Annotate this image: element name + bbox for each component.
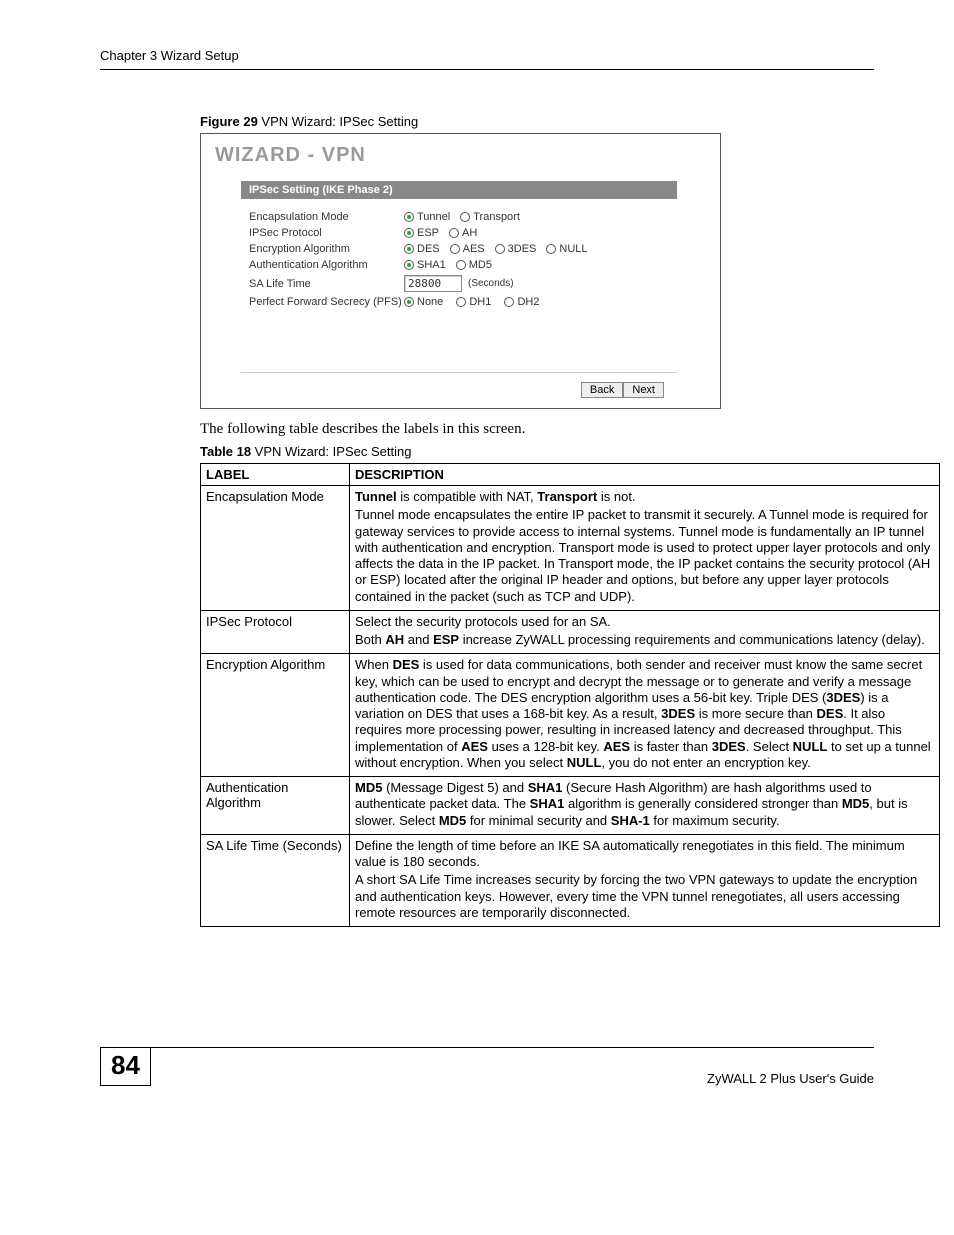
ipsec-panel: IPSec Setting (IKE Phase 2) Encapsulatio… bbox=[241, 181, 710, 398]
row-auth: Authentication Algorithm SHA1 MD5 bbox=[249, 259, 669, 271]
th-label: LABEL bbox=[201, 464, 350, 486]
radio-des[interactable] bbox=[404, 244, 414, 254]
table-row: Authentication AlgorithmMD5 (Message Dig… bbox=[201, 777, 940, 835]
row-encapsulation: Encapsulation Mode Tunnel Transport bbox=[249, 211, 669, 223]
radio-aes[interactable] bbox=[450, 244, 460, 254]
row-description: When DES is used for data communications… bbox=[350, 654, 940, 777]
input-salife[interactable]: 28800 bbox=[404, 275, 462, 292]
figure-title: VPN Wizard: IPSec Setting bbox=[258, 114, 418, 129]
th-description: DESCRIPTION bbox=[350, 464, 940, 486]
radio-3des-label: 3DES bbox=[508, 243, 537, 255]
radio-md5-label: MD5 bbox=[469, 259, 492, 271]
radio-null-label: NULL bbox=[559, 243, 587, 255]
label-encapsulation: Encapsulation Mode bbox=[249, 211, 404, 223]
table-number: Table 18 bbox=[200, 444, 251, 459]
page-number: 84 bbox=[100, 1048, 151, 1086]
radio-pfs-dh1[interactable] bbox=[456, 297, 466, 307]
row-protocol: IPSec Protocol ESP AH bbox=[249, 227, 669, 239]
radio-esp[interactable] bbox=[404, 228, 414, 238]
row-label: Encapsulation Mode bbox=[201, 486, 350, 611]
table-row: Encapsulation ModeTunnel is compatible w… bbox=[201, 486, 940, 611]
figure-number: Figure 29 bbox=[200, 114, 258, 129]
row-label: Authentication Algorithm bbox=[201, 777, 350, 835]
row-pfs: Perfect Forward Secrecy (PFS) None DH1 D… bbox=[249, 296, 669, 308]
radio-pfs-dh2-label: DH2 bbox=[517, 296, 539, 308]
radio-pfs-none[interactable] bbox=[404, 297, 414, 307]
radio-des-label: DES bbox=[417, 243, 440, 255]
next-button[interactable]: Next bbox=[623, 382, 664, 398]
table-row: Encryption AlgorithmWhen DES is used for… bbox=[201, 654, 940, 777]
label-salife: SA Life Time bbox=[249, 278, 404, 290]
radio-pfs-dh2[interactable] bbox=[504, 297, 514, 307]
following-text: The following table describes the labels… bbox=[200, 421, 874, 438]
radio-pfs-none-label: None bbox=[417, 296, 443, 308]
table-title: VPN Wizard: IPSec Setting bbox=[251, 444, 411, 459]
radio-ah-label: AH bbox=[462, 227, 477, 239]
row-description: Select the security protocols used for a… bbox=[350, 610, 940, 654]
page-footer: 84 ZyWALL 2 Plus User's Guide bbox=[100, 1047, 874, 1086]
radio-tunnel[interactable] bbox=[404, 212, 414, 222]
row-encryption: Encryption Algorithm DES AES 3DES NULL bbox=[249, 243, 669, 255]
back-button[interactable]: Back bbox=[581, 382, 623, 398]
wizard-title: WIZARD - VPN bbox=[215, 144, 710, 167]
row-label: Encryption Algorithm bbox=[201, 654, 350, 777]
guide-name: ZyWALL 2 Plus User's Guide bbox=[707, 1071, 874, 1086]
radio-transport-label: Transport bbox=[473, 211, 520, 223]
radio-transport[interactable] bbox=[460, 212, 470, 222]
row-description: MD5 (Message Digest 5) and SHA1 (Secure … bbox=[350, 777, 940, 835]
radio-null[interactable] bbox=[546, 244, 556, 254]
radio-3des[interactable] bbox=[495, 244, 505, 254]
table-caption: Table 18 VPN Wizard: IPSec Setting bbox=[200, 444, 874, 459]
label-protocol: IPSec Protocol bbox=[249, 227, 404, 239]
salife-unit: (Seconds) bbox=[468, 278, 514, 289]
wizard-figure: WIZARD - VPN IPSec Setting (IKE Phase 2)… bbox=[200, 133, 721, 409]
chapter-header: Chapter 3 Wizard Setup bbox=[100, 48, 874, 70]
row-description: Tunnel is compatible with NAT, Transport… bbox=[350, 486, 940, 611]
radio-ah[interactable] bbox=[449, 228, 459, 238]
row-description: Define the length of time before an IKE … bbox=[350, 834, 940, 926]
label-pfs: Perfect Forward Secrecy (PFS) bbox=[249, 296, 404, 308]
form-area: Encapsulation Mode Tunnel Transport IPSe… bbox=[241, 199, 677, 373]
radio-tunnel-label: Tunnel bbox=[417, 211, 450, 223]
row-label: IPSec Protocol bbox=[201, 610, 350, 654]
table-row: SA Life Time (Seconds)Define the length … bbox=[201, 834, 940, 926]
button-row: BackNext bbox=[241, 381, 710, 398]
radio-esp-label: ESP bbox=[417, 227, 439, 239]
label-auth: Authentication Algorithm bbox=[249, 259, 404, 271]
row-label: SA Life Time (Seconds) bbox=[201, 834, 350, 926]
radio-sha1-label: SHA1 bbox=[417, 259, 446, 271]
radio-sha1[interactable] bbox=[404, 260, 414, 270]
table-row: IPSec ProtocolSelect the security protoc… bbox=[201, 610, 940, 654]
radio-md5[interactable] bbox=[456, 260, 466, 270]
label-encryption: Encryption Algorithm bbox=[249, 243, 404, 255]
radio-pfs-dh1-label: DH1 bbox=[469, 296, 491, 308]
row-salife: SA Life Time 28800 (Seconds) bbox=[249, 275, 669, 292]
figure-caption: Figure 29 VPN Wizard: IPSec Setting bbox=[200, 114, 874, 129]
description-table: LABEL DESCRIPTION Encapsulation ModeTunn… bbox=[200, 463, 940, 927]
panel-heading: IPSec Setting (IKE Phase 2) bbox=[241, 181, 677, 199]
radio-aes-label: AES bbox=[463, 243, 485, 255]
